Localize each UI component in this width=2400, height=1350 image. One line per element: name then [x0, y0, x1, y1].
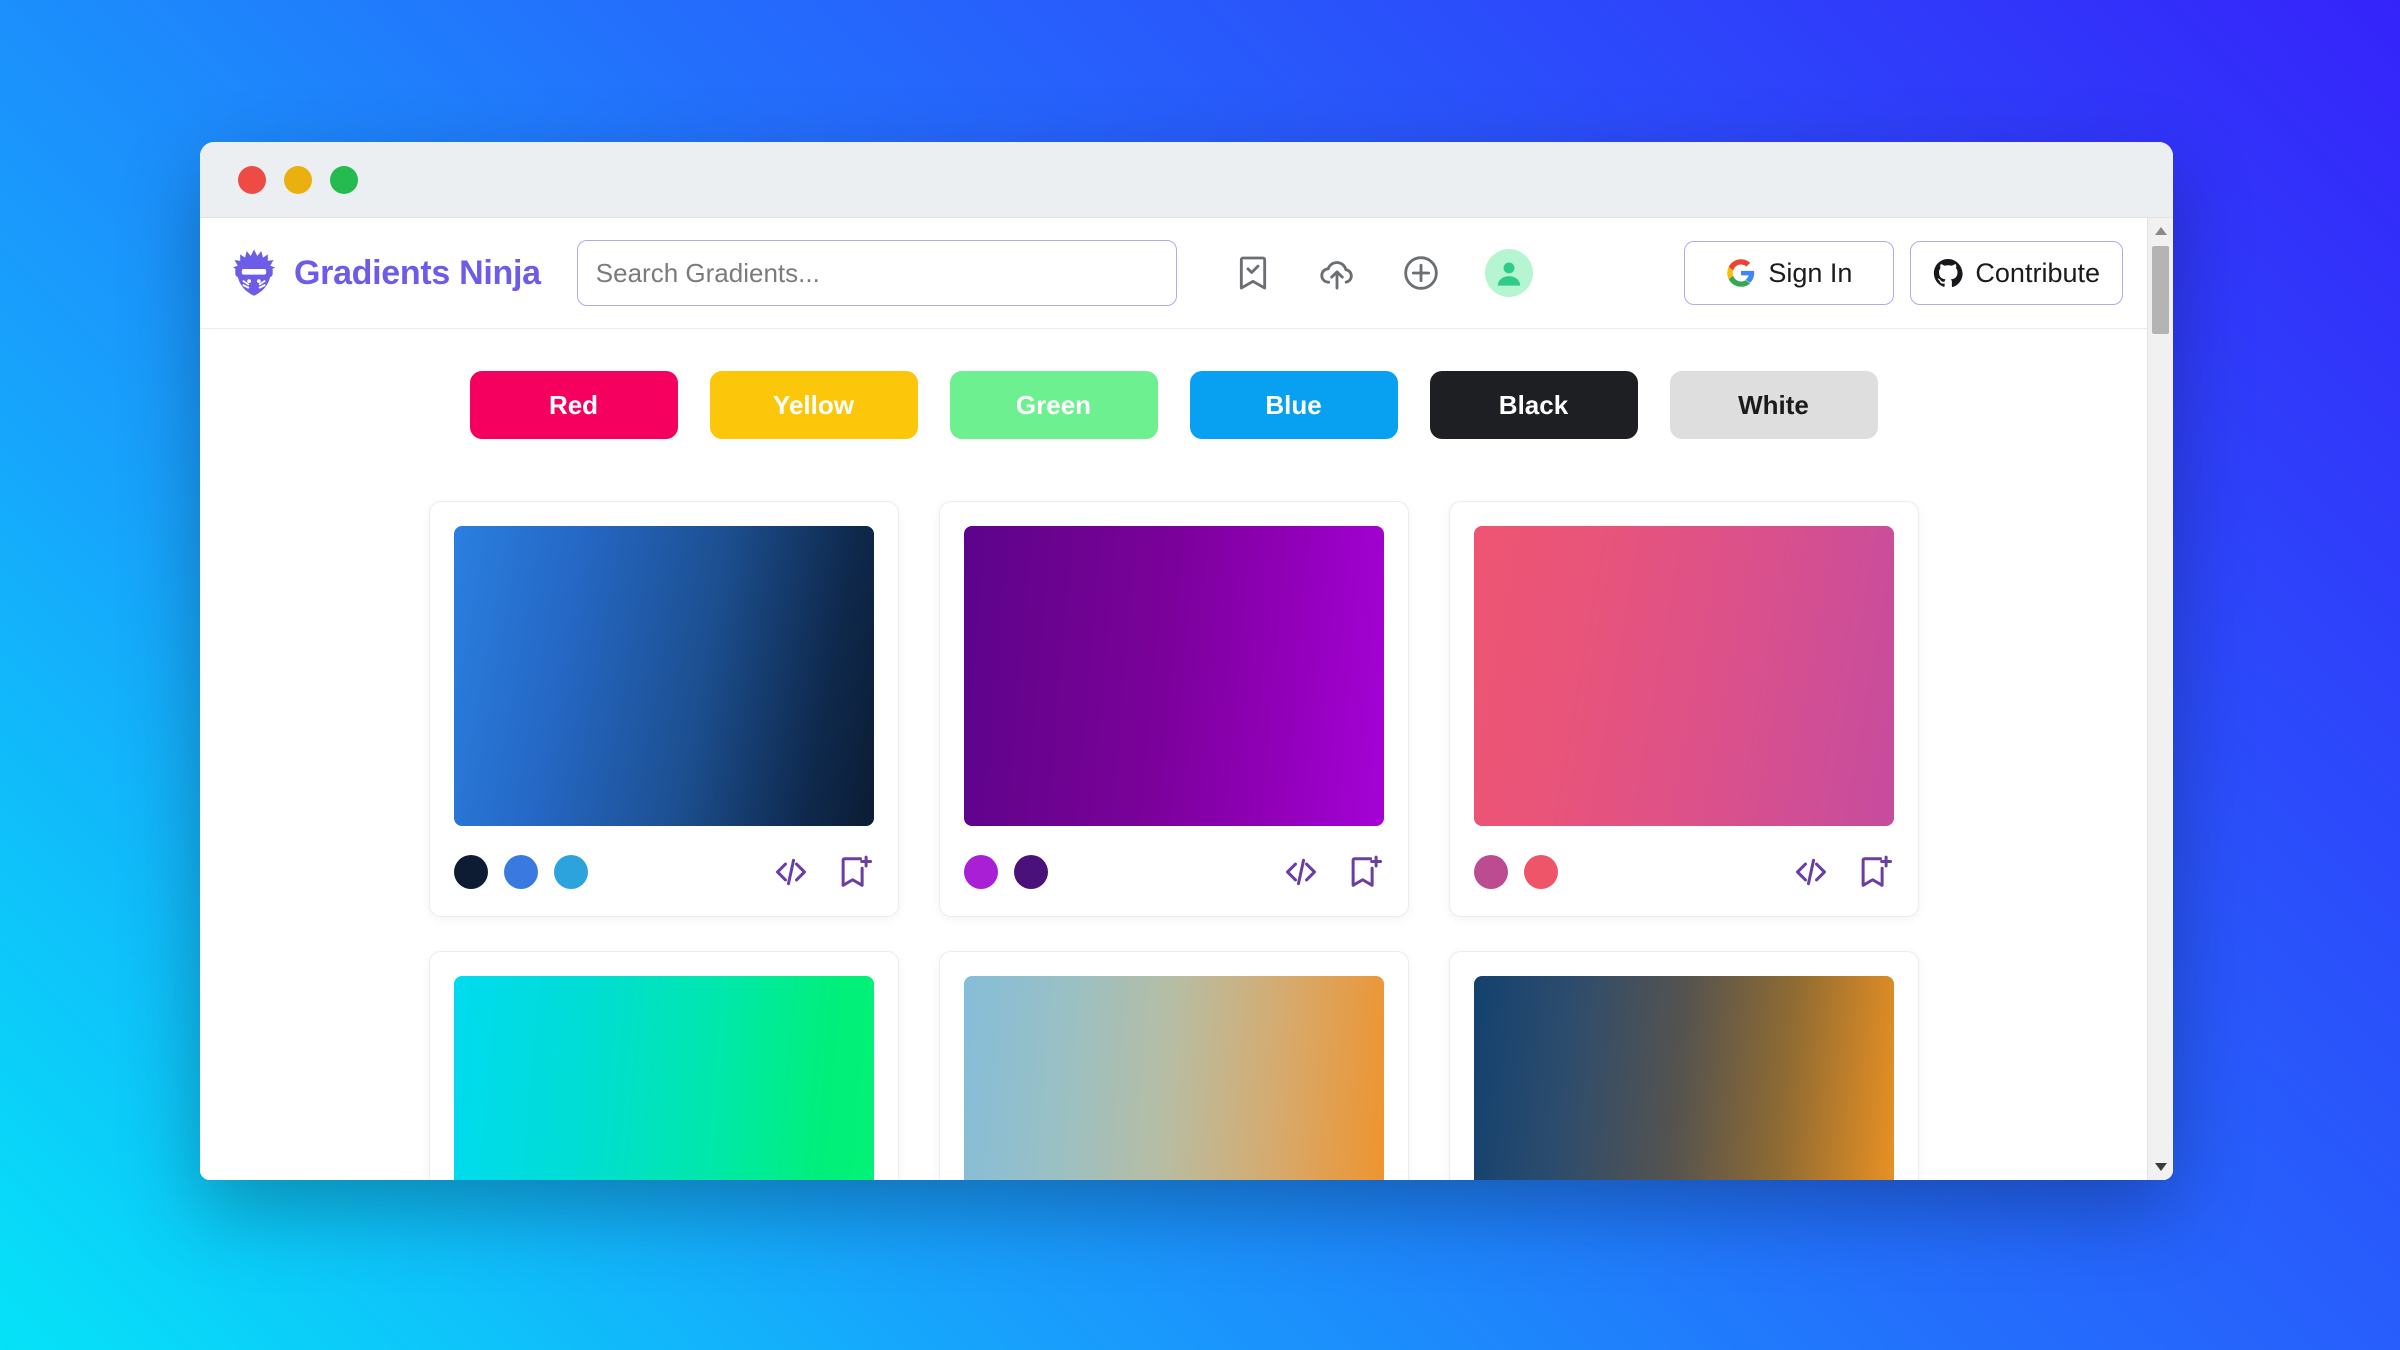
- vertical-scrollbar[interactable]: [2147, 218, 2173, 1180]
- code-icon[interactable]: [772, 853, 810, 891]
- gradient-swatch[interactable]: [453, 976, 874, 1180]
- color-dot-group: [453, 855, 588, 889]
- contribute-label: Contribute: [1975, 257, 2100, 288]
- color-dot[interactable]: [1473, 855, 1508, 889]
- contribute-button[interactable]: Contribute: [1910, 241, 2123, 305]
- color-filter-green[interactable]: Green: [949, 371, 1158, 439]
- gradient-card[interactable]: [428, 951, 899, 1180]
- color-dot[interactable]: [1013, 855, 1048, 889]
- color-dot[interactable]: [503, 855, 538, 889]
- card-action-group: [772, 853, 874, 891]
- bookmark-check-icon[interactable]: [1233, 253, 1273, 293]
- search-input[interactable]: [576, 240, 1177, 306]
- gradient-card[interactable]: [1448, 951, 1919, 1180]
- header-icon-group: [1233, 249, 1533, 297]
- ninja-logo-icon: [232, 249, 276, 296]
- site-header: Gradients Ninja Search Gradients... Sign…: [200, 218, 2147, 329]
- card-action-group: [1282, 853, 1384, 891]
- card-footer: [963, 850, 1384, 894]
- cloud-upload-icon[interactable]: [1317, 253, 1357, 293]
- color-filter-black[interactable]: Black: [1429, 371, 1638, 439]
- scroll-up-button[interactable]: [2148, 218, 2174, 244]
- color-filter-red[interactable]: Red: [469, 371, 678, 439]
- auth-button-group: Sign In Contribute: [1684, 241, 2123, 305]
- card-footer: [453, 850, 874, 894]
- main-content: Red Yellow Green Blue Black White: [200, 329, 2147, 1180]
- maximize-window-button[interactable]: [330, 165, 358, 194]
- color-dot[interactable]: [963, 855, 998, 889]
- color-dot-group: [1473, 855, 1558, 889]
- gradient-swatch[interactable]: [1473, 526, 1894, 826]
- github-icon: [1934, 259, 1964, 288]
- color-dot[interactable]: [1523, 855, 1558, 889]
- plus-circle-icon[interactable]: [1401, 253, 1441, 293]
- gradient-card[interactable]: [938, 501, 1409, 917]
- card-footer: [1473, 850, 1894, 894]
- color-dot[interactable]: [453, 855, 488, 889]
- sign-in-button[interactable]: Sign In: [1684, 241, 1895, 305]
- avatar[interactable]: [1484, 249, 1533, 297]
- minimize-window-button[interactable]: [284, 165, 312, 194]
- brand-logo[interactable]: Gradients Ninja: [220, 247, 541, 299]
- color-filter-bar: Red Yellow Green Blue Black White: [200, 371, 2147, 439]
- gradient-swatch[interactable]: [963, 976, 1384, 1180]
- chevron-up-icon: [2154, 227, 2167, 235]
- gradient-card[interactable]: [938, 951, 1409, 1180]
- gradient-card[interactable]: [1448, 501, 1919, 917]
- color-filter-blue[interactable]: Blue: [1189, 371, 1398, 439]
- bookmark-add-icon[interactable]: [1346, 853, 1384, 891]
- sign-in-label: Sign In: [1768, 257, 1853, 288]
- brand-name: Gradients Ninja: [294, 253, 541, 292]
- bookmark-add-icon[interactable]: [836, 853, 874, 891]
- color-filter-yellow[interactable]: Yellow: [709, 371, 918, 439]
- gradient-grid: [200, 501, 2147, 1180]
- gradient-swatch[interactable]: [963, 526, 1384, 826]
- google-g-icon: [1727, 259, 1755, 287]
- scrollbar-thumb[interactable]: [2152, 246, 2169, 334]
- color-filter-white[interactable]: White: [1669, 371, 1878, 439]
- color-dot-group: [963, 855, 1048, 889]
- browser-window: Gradients Ninja Search Gradients... Sign…: [200, 142, 2173, 1180]
- gradient-card[interactable]: [428, 501, 899, 917]
- page-content: Gradients Ninja Search Gradients... Sign…: [200, 218, 2147, 1180]
- window-title-bar: [200, 142, 2173, 218]
- close-window-button[interactable]: [238, 165, 266, 194]
- chevron-down-icon: [2154, 1163, 2167, 1171]
- avatar-icon: [1497, 262, 1520, 286]
- browser-viewport: Gradients Ninja Search Gradients... Sign…: [200, 218, 2173, 1180]
- code-icon[interactable]: [1792, 853, 1830, 891]
- gradient-swatch[interactable]: [453, 526, 874, 826]
- scroll-down-button[interactable]: [2148, 1154, 2174, 1180]
- gradient-swatch[interactable]: [1473, 976, 1894, 1180]
- bookmark-add-icon[interactable]: [1856, 853, 1894, 891]
- color-dot[interactable]: [553, 855, 588, 889]
- card-action-group: [1792, 853, 1894, 891]
- code-icon[interactable]: [1282, 853, 1320, 891]
